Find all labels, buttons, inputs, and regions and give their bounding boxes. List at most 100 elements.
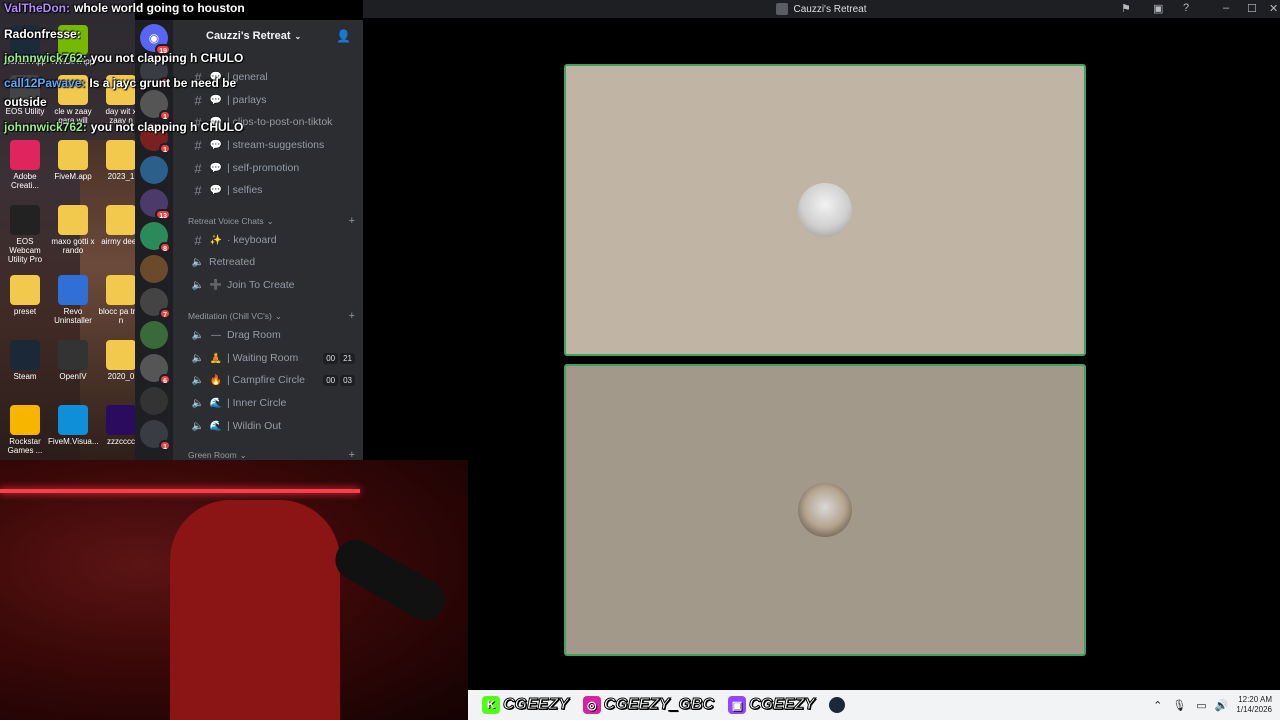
screen-icon[interactable]: ▣ [1153,2,1163,15]
desktop-icon-label: FiveM.app [54,172,92,181]
desktop-icon-label: Rockstar Games ... [7,437,43,455]
channel-label: | Wildin Out [227,420,282,432]
help-icon[interactable]: ? [1183,2,1189,14]
channel-category[interactable]: Green Room ⌄ + [188,448,355,460]
channel-item[interactable]: # 💬 | selfies [187,180,355,200]
server-icon[interactable] [140,321,168,349]
server-icon[interactable] [140,255,168,283]
channel-item[interactable]: # 💬 | self-promotion [187,158,355,178]
channel-label: | stream-suggestions [227,139,325,151]
channel-item[interactable]: # ✨ · keyboard [187,230,355,250]
desktop-icon[interactable]: EOS Webcam Utility Pro [0,205,50,264]
desktop-icon[interactable]: 2020_0 [96,340,135,381]
speaker-icon: 🔈 [191,329,205,341]
social-handle-text: CGEEZY [503,696,570,714]
system-tray: ⌃ 🎙 ▭ 🔊 12:20 AM 1/14/2026 [1153,690,1272,720]
stream-screen: GoXLR App NVIDIA App EOS Utility cle w zaay… [0,0,1280,720]
discord-home-icon[interactable]: ◉ 19 [140,24,171,55]
steam-icon [10,340,40,370]
server-icon[interactable] [140,387,168,415]
channel-emoji-icon: 💬 [209,139,223,151]
desktop-icon[interactable]: Steam [0,340,50,381]
desktop-icon[interactable]: maxo gotti x rando [48,205,98,255]
folder-icon [106,205,135,235]
server-icon[interactable]: 6 [140,354,171,385]
twitch-icon: ▣ [728,696,747,714]
server-header[interactable]: Cauzzi's Retreat ⌄ 👤 [173,20,363,52]
volume-icon[interactable]: 🔊 [1215,699,1229,712]
inbox-icon[interactable]: ⚑ [1121,2,1131,15]
desktop-icon[interactable]: blocc pa trail n [96,275,135,325]
add-channel-icon[interactable]: + [349,215,355,227]
minimize-icon[interactable]: – [1223,2,1229,14]
desktop-icon[interactable]: airmy deeb [96,205,135,246]
channel-item[interactable]: # 💬 | parlays [187,90,355,110]
channel-label: | self-promotion [227,162,300,174]
desktop: GoXLR App NVIDIA App EOS Utility cle w zaay… [0,0,135,460]
video-tile[interactable] [564,64,1086,356]
desktop-icon[interactable]: OpenIV [48,340,98,381]
channel-category[interactable]: Meditation (Chill VC's) ⌄ + [188,309,355,323]
network-icon[interactable]: ▭ [1196,699,1206,712]
add-channel-icon[interactable]: + [349,449,355,460]
channel-label: | Campfire Circle [227,374,305,386]
chevron-down-icon: ⌄ [274,310,282,321]
desktop-icon[interactable]: Adobe Creati... [0,140,50,190]
channel-item[interactable]: 🔈 🌊 | Inner Circle [187,393,355,413]
folder-icon [106,140,135,170]
notification-badge: 13 [155,209,171,220]
add-member-icon[interactable]: 👤 [336,29,351,43]
desktop-icon[interactable]: Revo Uninstaller [48,275,98,325]
channel-item[interactable]: 🔈 ➕ Join To Create [187,275,355,295]
channel-item[interactable]: 🔈 Retreated [187,252,355,272]
clock[interactable]: 12:20 AM 1/14/2026 [1236,695,1272,715]
webcam-icon [10,205,40,235]
hash-icon: # [194,232,202,248]
desktop-icon-label: airmy deeb [101,237,135,246]
desktop-icon-label: EOS Webcam Utility Pro [7,237,43,264]
speaker-icon: 🔈 [191,352,205,364]
server-icon[interactable]: 13 [140,189,171,220]
desktop-icon[interactable]: 2023_1 [96,140,135,181]
desktop-icon[interactable]: zzzcccc [96,405,135,446]
channel-item[interactable]: 🔈 — Drag Room [187,325,355,345]
channel-item[interactable]: 🔈 🧘 | Waiting Room 00 21 [187,348,355,368]
mic-icon[interactable]: 🎙 [1172,699,1186,712]
led-strip [0,489,360,493]
chevron-up-icon[interactable]: ⌃ [1153,699,1162,712]
user-count: 00 [323,352,339,364]
speaker-icon: 🔈 [191,279,205,291]
channel-emoji-icon: — [211,329,221,341]
channel-emoji-icon: 🧘 [209,352,223,364]
add-channel-icon[interactable]: + [349,310,355,322]
close-icon[interactable]: ✕ [1269,2,1278,15]
notification-badge: 8 [159,242,171,253]
chat-username: call12Pawave: [4,76,86,90]
channel-item[interactable]: # 💬 | stream-suggestions [187,135,355,155]
maximize-icon[interactable]: ☐ [1247,2,1257,15]
channel-item[interactable]: 🔈 🔥 | Campfire Circle 00 03 [187,370,355,390]
desktop-icon[interactable]: FiveM.Visua... [48,405,99,446]
clock-time: 12:20 AM [1238,695,1272,704]
server-icon[interactable]: 1 [140,420,171,451]
server-icon[interactable]: 8 [140,222,171,253]
chat-message: call12Pawave: Is a jayc grunt be need be [4,76,236,90]
desktop-icon-label: OpenIV [59,372,87,381]
kick-icon: K [482,696,500,714]
chat-text: outside [4,95,47,109]
channel-emoji-icon: 🌊 [209,397,223,409]
channel-category[interactable]: Retreat Voice Chats ⌄ + [188,214,355,228]
desktop-icon[interactable]: Rockstar Games ... [0,405,50,455]
adobe-icon [10,140,40,170]
steam-icon[interactable] [828,697,845,713]
server-icon[interactable]: 7 [140,288,171,319]
video-tile[interactable] [564,364,1086,656]
desktop-icon[interactable]: preset [0,275,50,316]
streamer [170,500,340,720]
server-icon[interactable]: 1 [140,90,171,121]
premiere-icon [106,405,135,435]
server-icon [776,3,789,15]
channel-item[interactable]: 🔈 🌊 | Wildin Out [187,416,355,436]
desktop-icon[interactable]: FiveM.app [48,140,98,181]
server-icon[interactable] [140,156,168,184]
